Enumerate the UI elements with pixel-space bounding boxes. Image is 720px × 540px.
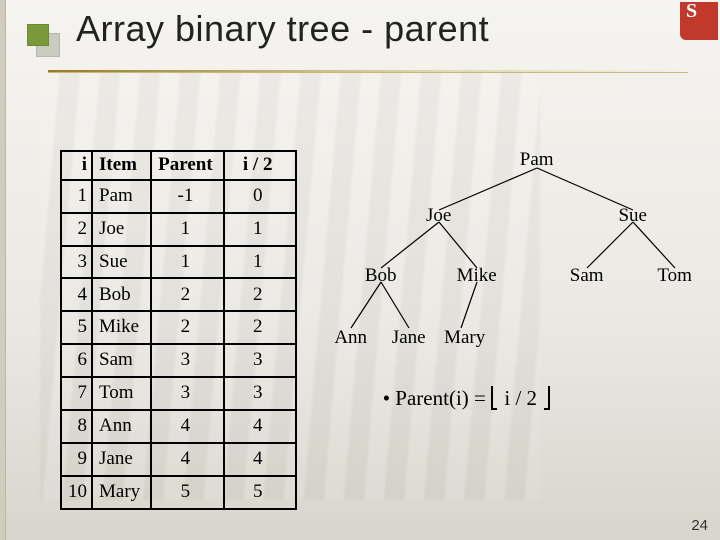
table-header-row: i Item Parent i / 2 bbox=[61, 151, 296, 180]
cell-idiv2: 0 bbox=[224, 180, 296, 213]
table-row: 7Tom33 bbox=[61, 377, 296, 410]
table-row: 1Pam-10 bbox=[61, 180, 296, 213]
cell-parent: 5 bbox=[151, 476, 224, 509]
tree-node-mary: Mary bbox=[444, 327, 485, 349]
cell-i: 9 bbox=[61, 443, 92, 476]
tree-node-bob: Bob bbox=[365, 265, 397, 287]
cell-item: Jane bbox=[92, 443, 151, 476]
tree-node-jane: Jane bbox=[392, 327, 426, 349]
corner-logo: S bbox=[680, 2, 718, 40]
cell-i: 7 bbox=[61, 377, 92, 410]
cell-i: 1 bbox=[61, 180, 92, 213]
tree-edges bbox=[327, 150, 700, 510]
cell-idiv2: 1 bbox=[224, 246, 296, 279]
cell-i: 2 bbox=[61, 213, 92, 246]
cell-parent: 1 bbox=[151, 213, 224, 246]
floor-right-icon bbox=[544, 386, 550, 410]
cell-idiv2: 4 bbox=[224, 410, 296, 443]
cell-idiv2: 1 bbox=[224, 213, 296, 246]
cell-parent: 2 bbox=[151, 311, 224, 344]
cell-idiv2: 5 bbox=[224, 476, 296, 509]
cell-idiv2: 4 bbox=[224, 443, 296, 476]
tree-node-mike: Mike bbox=[457, 265, 497, 287]
cell-item: Sam bbox=[92, 344, 151, 377]
page-number: 24 bbox=[691, 517, 708, 534]
tree-node-sam: Sam bbox=[570, 265, 604, 287]
table-row: 10Mary55 bbox=[61, 476, 296, 509]
header-parent: Parent bbox=[151, 151, 224, 180]
binary-tree-diagram: Pam Joe Sue Bob Mike Sam Tom Ann Jane Ma… bbox=[327, 150, 700, 510]
parent-formula: • Parent(i) = i / 2 bbox=[383, 386, 551, 411]
tree-node-pam: Pam bbox=[520, 149, 554, 171]
cell-i: 6 bbox=[61, 344, 92, 377]
cell-parent: 3 bbox=[151, 377, 224, 410]
tree-node-joe: Joe bbox=[426, 205, 451, 227]
cell-item: Tom bbox=[92, 377, 151, 410]
table-row: 6Sam33 bbox=[61, 344, 296, 377]
slide-title: Array binary tree - parent bbox=[76, 8, 489, 50]
header-idiv2: i / 2 bbox=[224, 151, 296, 180]
tree-node-ann: Ann bbox=[334, 327, 367, 349]
table-row: 3Sue11 bbox=[61, 246, 296, 279]
cell-item: Mike bbox=[92, 311, 151, 344]
cell-idiv2: 2 bbox=[224, 278, 296, 311]
formula-bullet: • bbox=[383, 386, 390, 410]
cell-parent: 4 bbox=[151, 443, 224, 476]
table-row: 2Joe11 bbox=[61, 213, 296, 246]
cell-i: 3 bbox=[61, 246, 92, 279]
cell-parent: 3 bbox=[151, 344, 224, 377]
title-underline bbox=[48, 70, 688, 73]
cell-parent: 1 bbox=[151, 246, 224, 279]
cell-i: 10 bbox=[61, 476, 92, 509]
cell-item: Bob bbox=[92, 278, 151, 311]
cell-parent: 2 bbox=[151, 278, 224, 311]
cell-parent: 4 bbox=[151, 410, 224, 443]
cell-idiv2: 2 bbox=[224, 311, 296, 344]
cell-item: Sue bbox=[92, 246, 151, 279]
table-row: 9Jane44 bbox=[61, 443, 296, 476]
slide-left-edge bbox=[0, 0, 6, 540]
cell-i: 4 bbox=[61, 278, 92, 311]
logo-letter: S bbox=[686, 2, 697, 23]
cell-idiv2: 3 bbox=[224, 344, 296, 377]
header-item: Item bbox=[92, 151, 151, 180]
cell-item: Joe bbox=[92, 213, 151, 246]
tree-node-tom: Tom bbox=[657, 265, 692, 287]
title-bullet-icon bbox=[0, 12, 76, 46]
cell-i: 8 bbox=[61, 410, 92, 443]
header-i: i bbox=[61, 151, 92, 180]
formula-inner: i / 2 bbox=[504, 386, 537, 410]
array-table: i Item Parent i / 2 1Pam-102Joe113Sue114… bbox=[60, 150, 297, 510]
slide-content: i Item Parent i / 2 1Pam-102Joe113Sue114… bbox=[60, 150, 700, 510]
cell-item: Ann bbox=[92, 410, 151, 443]
formula-lhs: Parent(i) = bbox=[395, 386, 486, 410]
tree-node-sue: Sue bbox=[618, 205, 647, 227]
cell-item: Mary bbox=[92, 476, 151, 509]
title-bar: Array binary tree - parent bbox=[0, 0, 720, 50]
table-row: 5Mike22 bbox=[61, 311, 296, 344]
cell-item: Pam bbox=[92, 180, 151, 213]
cell-i: 5 bbox=[61, 311, 92, 344]
table-row: 4Bob22 bbox=[61, 278, 296, 311]
cell-idiv2: 3 bbox=[224, 377, 296, 410]
cell-parent: -1 bbox=[151, 180, 224, 213]
table-row: 8Ann44 bbox=[61, 410, 296, 443]
floor-left-icon bbox=[491, 386, 497, 410]
